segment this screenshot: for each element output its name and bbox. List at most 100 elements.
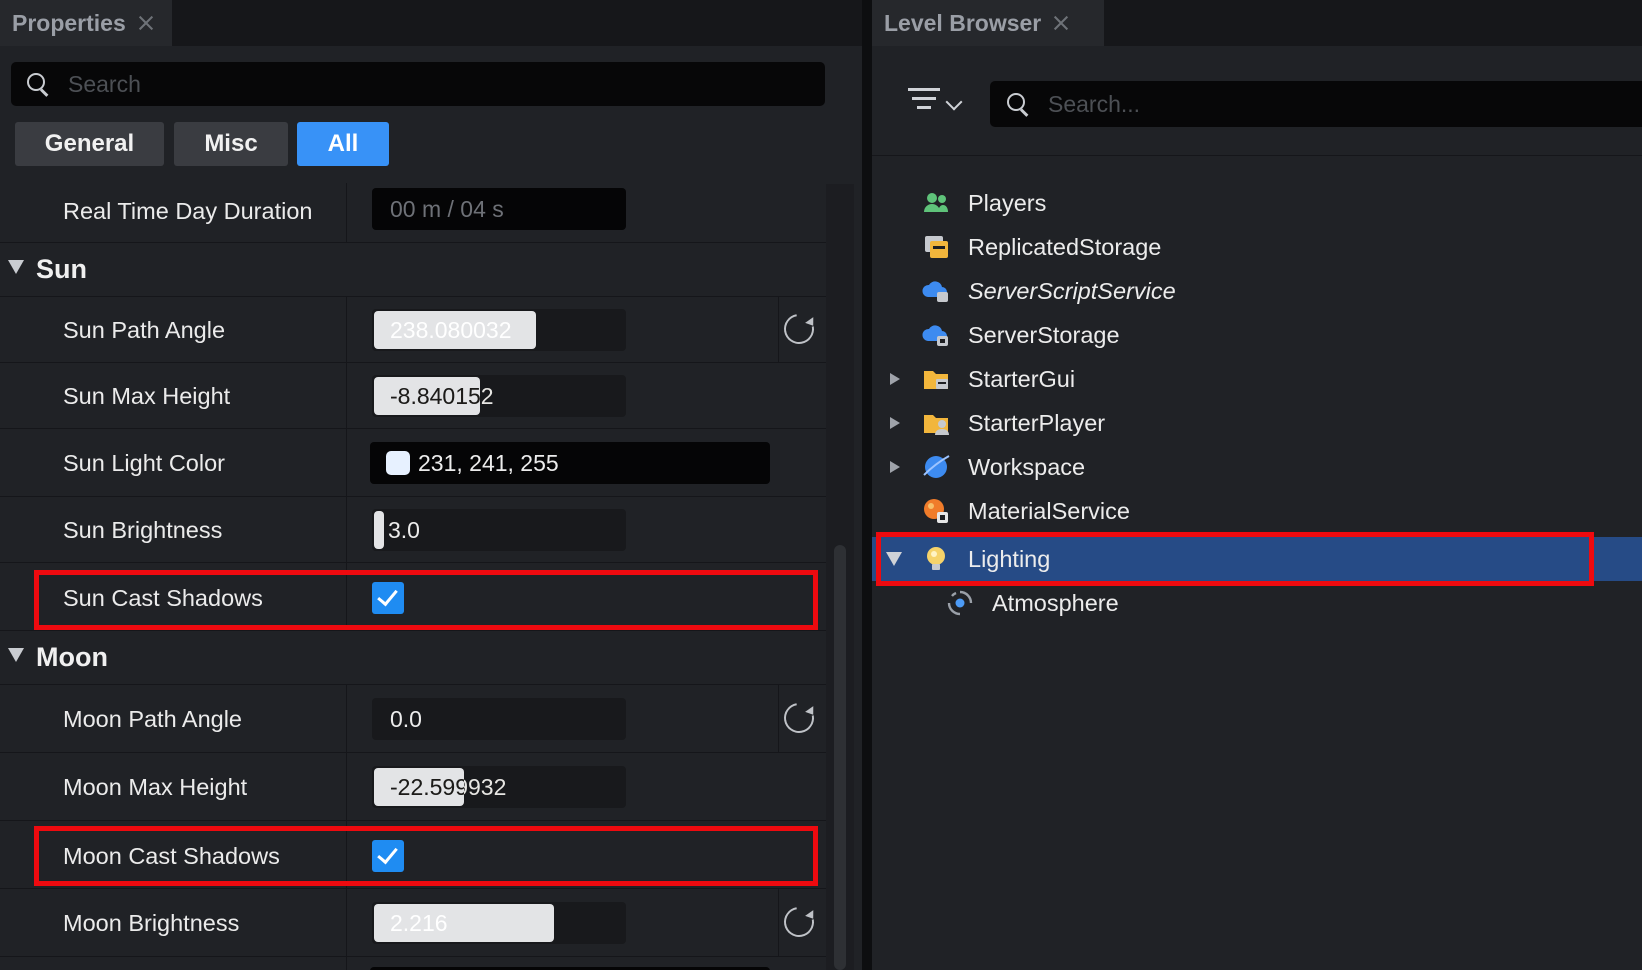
expand-arrow-icon[interactable] [890, 461, 900, 473]
tree-item-label: Lighting [968, 546, 1051, 572]
scrollbar-thumb[interactable] [834, 545, 846, 970]
tree-item-label: Atmosphere [992, 590, 1119, 616]
section-title: Moon [36, 642, 108, 672]
section-header-moon[interactable]: Moon [0, 631, 826, 685]
properties-tab-title: Properties [12, 9, 126, 36]
property-row-sun-max-height: Sun Max Height -8.840152 [0, 363, 826, 429]
sun-path-angle-slider[interactable]: 238.080032 [372, 309, 626, 351]
reset-icon[interactable] [778, 901, 820, 943]
property-row-sun-light-color: Sun Light Color 231, 241, 255 [0, 429, 826, 497]
field-value: 0.0 [390, 705, 422, 732]
level-browser-toolbar [872, 46, 1642, 156]
search-icon [1006, 92, 1030, 116]
field-value: -22.599932 [390, 773, 507, 800]
field-value: 3.0 [388, 516, 420, 543]
property-label: Sun Brightness [63, 517, 223, 543]
color-swatch[interactable] [386, 451, 410, 475]
tree-item-label: StarterPlayer [968, 410, 1106, 436]
property-row-partial [0, 957, 826, 970]
section-title: Sun [36, 254, 87, 284]
server-script-service-icon [922, 281, 948, 302]
atmosphere-icon [947, 590, 973, 616]
tree-item-players[interactable]: Players [872, 181, 1642, 225]
expand-arrow-icon[interactable] [8, 260, 24, 274]
starter-player-icon [924, 415, 949, 435]
property-label: Sun Path Angle [63, 317, 226, 343]
moon-path-angle-slider[interactable]: 0.0 [372, 698, 626, 740]
real-time-day-duration-field[interactable]: 00 m / 04 s [372, 188, 626, 230]
sun-max-height-slider[interactable]: -8.840152 [372, 375, 626, 417]
level-browser-panel: Level Browser Players ReplicatedStorage [872, 0, 1642, 970]
tree-item-server-storage[interactable]: ServerStorage [872, 313, 1642, 357]
filter-misc-button[interactable]: Misc [174, 122, 288, 166]
property-row-sun-path-angle: Sun Path Angle 238.080032 [0, 297, 826, 363]
sun-brightness-slider[interactable]: 3.0 [372, 509, 626, 551]
property-label: Sun Max Height [63, 383, 231, 409]
tree-item-atmosphere[interactable]: Atmosphere [872, 581, 1642, 625]
properties-tabbar: Properties [0, 0, 862, 46]
property-row-real-time-day-duration: Real Time Day Duration 00 m / 04 s [0, 183, 826, 243]
material-service-icon [924, 499, 948, 523]
tree-item-label: Players [968, 190, 1047, 216]
moon-brightness-slider[interactable]: 2.216 [372, 902, 626, 944]
property-row-sun-brightness: Sun Brightness 3.0 [0, 497, 826, 563]
chevron-down-icon[interactable] [945, 93, 963, 111]
property-row-moon-cast-shadows: Moon Cast Shadows [0, 821, 826, 889]
property-row-moon-max-height: Moon Max Height -22.599932 [0, 753, 826, 821]
properties-search-input[interactable] [68, 70, 748, 98]
moon-max-height-slider[interactable]: -22.599932 [372, 766, 626, 808]
field-value: 238.080032 [390, 316, 512, 343]
reset-icon[interactable] [778, 308, 820, 350]
reset-icon[interactable] [778, 697, 820, 739]
tree-item-label: ReplicatedStorage [968, 234, 1162, 260]
filter-icon[interactable] [908, 88, 940, 112]
section-header-sun[interactable]: Sun [0, 243, 826, 297]
property-label: Moon Cast Shadows [63, 843, 280, 869]
collapse-arrow-icon[interactable] [886, 552, 902, 566]
field-value: -8.840152 [390, 382, 494, 409]
expand-arrow-icon[interactable] [890, 373, 900, 385]
close-icon[interactable] [138, 15, 154, 31]
tree-item-label: ServerStorage [968, 322, 1120, 348]
property-label: Sun Cast Shadows [63, 585, 263, 611]
tree-item-label: MaterialService [968, 498, 1130, 524]
filter-general-button[interactable]: General [15, 122, 164, 166]
properties-tab[interactable]: Properties [0, 0, 172, 46]
tree-item-starter-player[interactable]: StarterPlayer [872, 401, 1642, 445]
sun-light-color-field[interactable]: 231, 241, 255 [370, 442, 770, 484]
tree-item-workspace[interactable]: Workspace [872, 445, 1642, 489]
workspace-icon [923, 455, 950, 478]
filter-all-button[interactable]: All [297, 122, 389, 166]
property-row-moon-path-angle: Moon Path Angle 0.0 [0, 685, 826, 753]
property-label: Moon Path Angle [63, 706, 242, 732]
property-label: Moon Max Height [63, 774, 248, 800]
starter-gui-icon [924, 371, 948, 389]
field-value: 231, 241, 255 [418, 449, 559, 476]
lighting-bulb-icon [927, 547, 945, 570]
close-icon[interactable] [1053, 15, 1069, 31]
moon-cast-shadows-checkbox[interactable] [372, 840, 404, 872]
search-icon [26, 72, 50, 96]
tree-item-replicated-storage[interactable]: ReplicatedStorage [872, 225, 1642, 269]
tree-item-label: Workspace [968, 454, 1086, 480]
panel-divider[interactable] [862, 0, 872, 970]
property-row-sun-cast-shadows: Sun Cast Shadows [0, 563, 826, 631]
tree-item-material-service[interactable]: MaterialService [872, 489, 1642, 533]
level-browser-tab-title: Level Browser [884, 9, 1042, 36]
tree-item-label: ServerScriptService [968, 278, 1176, 304]
level-browser-search-input[interactable] [1048, 90, 1589, 118]
tree-item-label: StarterGui [968, 366, 1076, 392]
tree-item-server-script-service[interactable]: ServerScriptService [872, 269, 1642, 313]
level-browser-search-bar[interactable] [990, 81, 1642, 127]
tree-item-lighting[interactable]: Lighting [872, 537, 1642, 581]
server-storage-icon [922, 325, 948, 346]
properties-search-bar[interactable] [11, 62, 825, 106]
players-icon [924, 193, 948, 212]
sun-cast-shadows-checkbox[interactable] [372, 582, 404, 614]
expand-arrow-icon[interactable] [8, 648, 24, 662]
properties-panel: Properties General Misc All Real Time Da… [0, 0, 862, 970]
expand-arrow-icon[interactable] [890, 417, 900, 429]
tree-item-starter-gui[interactable]: StarterGui [872, 357, 1642, 401]
property-row-moon-brightness: Moon Brightness 2.216 [0, 889, 826, 957]
level-browser-tab[interactable]: Level Browser [872, 0, 1104, 46]
